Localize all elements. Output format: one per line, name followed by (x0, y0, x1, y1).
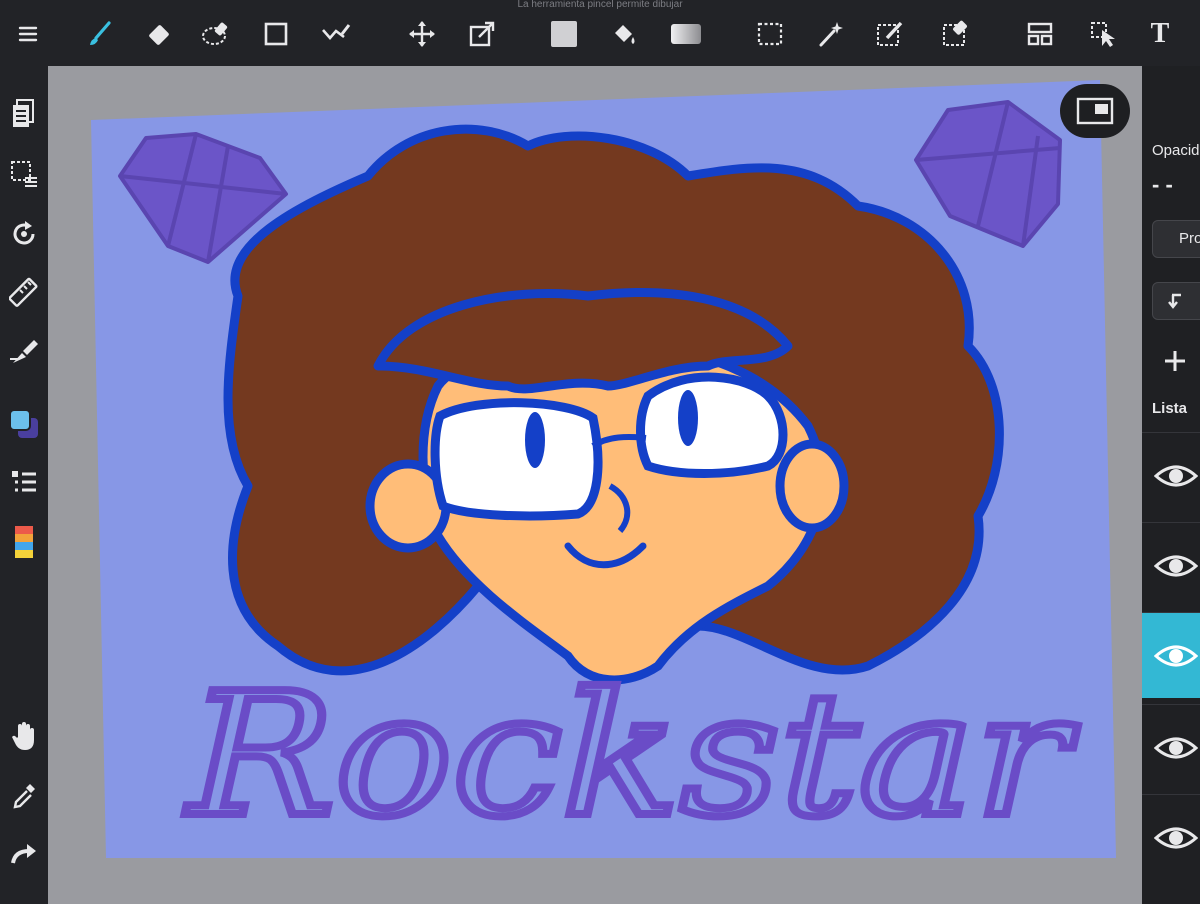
eyedropper-icon (13, 784, 35, 809)
color-swatch-icon (9, 409, 38, 438)
layer-panel: Opacidad - - Pro Lista (1142, 66, 1200, 904)
pages-icon (13, 99, 34, 127)
blend-mode-label: Pro (1179, 230, 1200, 247)
ruler-icon (9, 277, 38, 307)
eyedropper-button[interactable] (4, 776, 44, 816)
artwork-canvas[interactable]: Rockstar (48, 66, 1142, 904)
layer-clip-button[interactable] (1152, 282, 1200, 320)
pages-button[interactable] (4, 94, 44, 134)
gradient-icon (671, 24, 701, 44)
bucket-icon (615, 25, 635, 44)
palette-icon (15, 526, 33, 558)
palette-button[interactable] (4, 524, 44, 564)
layer-row[interactable] (1142, 432, 1200, 518)
layer-row[interactable] (1142, 794, 1200, 880)
eye-icon[interactable] (1154, 461, 1198, 491)
navigator-button[interactable] (1060, 84, 1130, 138)
correction-icon (322, 24, 351, 40)
selection-icon (11, 161, 37, 187)
layers-button[interactable] (4, 462, 44, 502)
move-tool[interactable] (404, 16, 440, 52)
layer-row[interactable] (1142, 704, 1200, 790)
select-pen-icon (877, 21, 903, 46)
select-eraser-icon (943, 20, 967, 46)
lasso-fill-icon (202, 22, 228, 45)
menu-icon (18, 26, 38, 42)
rectangle-icon (264, 22, 288, 46)
eye-icon[interactable] (1154, 641, 1198, 671)
operation-tool[interactable] (1086, 16, 1122, 52)
navigator-icon (1076, 97, 1114, 125)
left-eye-drawing (430, 398, 603, 521)
plus-icon (1165, 351, 1185, 371)
selection-button[interactable] (4, 154, 44, 194)
snap-button[interactable] (4, 332, 44, 372)
shape-tool[interactable] (258, 16, 294, 52)
redo-button[interactable] (4, 834, 44, 874)
rockstar-lettering: Rockstar (185, 657, 1078, 855)
rotate-button[interactable] (4, 214, 44, 254)
top-toolbar: La herramienta pincel permite dibujar T (0, 0, 1200, 67)
brush-icon (90, 21, 111, 45)
rotate-icon (13, 221, 35, 245)
right-pupil-drawing (678, 390, 698, 446)
frame-divider-tool[interactable] (1022, 16, 1058, 52)
right-ear-drawing (775, 439, 849, 533)
eraser-icon (149, 25, 169, 45)
list-label: Lista (1152, 400, 1188, 417)
transform-tool[interactable] (464, 16, 500, 52)
blend-mode-select[interactable]: Pro (1152, 220, 1200, 258)
color-button[interactable] (4, 404, 44, 444)
clip-arrow-icon (1168, 293, 1181, 309)
layer-row-active[interactable] (1142, 612, 1200, 698)
operation-icon (1091, 22, 1115, 47)
lasso-fill-tool[interactable] (198, 16, 234, 52)
gradient-tool[interactable] (668, 16, 704, 52)
frame-divider-icon (1027, 22, 1053, 46)
hand-button[interactable] (4, 716, 44, 756)
text-icon: T (1150, 18, 1170, 49)
opacity-label: Opacidad (1152, 142, 1200, 159)
transform-icon (469, 21, 495, 47)
layer-row[interactable] (1142, 522, 1200, 608)
left-pupil-drawing (525, 412, 545, 468)
move-icon (409, 21, 435, 47)
magic-wand-tool[interactable] (812, 16, 848, 52)
eye-icon[interactable] (1154, 733, 1198, 763)
canvas-workspace[interactable]: Rockstar (48, 66, 1142, 904)
correction-tool[interactable] (318, 16, 354, 52)
eye-icon[interactable] (1154, 551, 1198, 581)
opacity-controls[interactable]: - - (1152, 172, 1173, 198)
eraser-tool[interactable] (142, 16, 178, 52)
hand-icon (12, 722, 34, 750)
select-pen-tool[interactable] (872, 16, 908, 52)
select-tool[interactable] (752, 16, 788, 52)
bucket-tool[interactable] (606, 16, 642, 52)
add-layer-button[interactable] (1162, 348, 1188, 379)
select-eraser-tool[interactable] (938, 16, 974, 52)
window-title: La herramienta pincel permite dibujar (517, 0, 683, 10)
snap-pen-icon (10, 340, 38, 363)
text-tool[interactable]: T (1142, 16, 1178, 52)
right-eye-drawing (636, 372, 788, 478)
select-icon (757, 22, 783, 46)
layers-list-icon (12, 471, 36, 492)
magic-wand-icon (819, 22, 843, 47)
left-sidebar (0, 66, 48, 904)
eye-icon[interactable] (1154, 823, 1198, 853)
brush-tool[interactable] (82, 16, 118, 52)
fill-color-icon (551, 21, 577, 47)
menu-button[interactable] (10, 16, 46, 52)
redo-icon (11, 844, 36, 864)
ruler-button[interactable] (4, 272, 44, 312)
fill-color-tool[interactable] (546, 16, 582, 52)
